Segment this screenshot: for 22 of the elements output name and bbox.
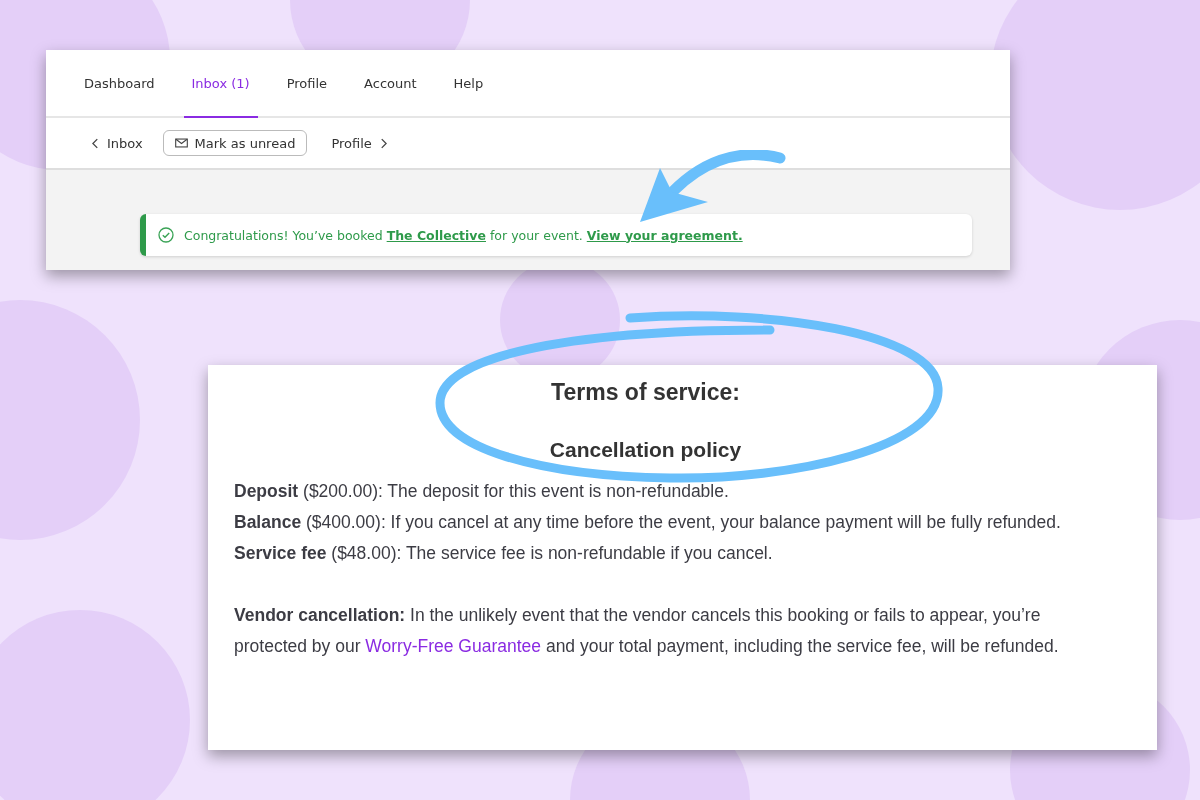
- policy-paragraph: Vendor cancellation: In the unlikely event that the vendor cancels this booking or fails to appear, you’re protected by our Worry-Free Guarantee and your total payment, including the service fee, will be refunded.: [234, 604, 1060, 658]
- check-circle-icon: [158, 227, 174, 243]
- section-heading: Cancellation policy: [548, 438, 743, 462]
- chevron-left-icon: [92, 137, 99, 149]
- nav-tab[interactable]: Profile: [278, 50, 336, 118]
- nav-tab[interactable]: Account: [356, 50, 425, 118]
- policy-paragraph: Deposit ($200.00): The deposit for this event is non-refundable.: [234, 480, 730, 503]
- mark-unread-button[interactable]: Mark as unread: [162, 130, 308, 156]
- alert-message: Congratulations! You’ve booked The Collective for your event. View your agreement.: [184, 227, 743, 243]
- envelope-icon: [174, 138, 188, 148]
- back-link[interactable]: Inbox: [92, 135, 143, 151]
- policy-paragraph: Balance ($400.00): If you cancel at any time before the event, your balance payment will be fully refunded.: [234, 511, 1062, 534]
- chevron-right-icon: [379, 137, 387, 149]
- nav-tab[interactable]: Help: [445, 50, 492, 118]
- terms-title: Terms of service:: [550, 379, 741, 406]
- guarantee-link[interactable]: Worry-Free Guarantee: [365, 636, 542, 656]
- next-link[interactable]: Profile: [331, 135, 387, 151]
- link[interactable]: The Collective: [386, 227, 486, 243]
- nav-tab[interactable]: Dashboard: [76, 50, 163, 118]
- policy-paragraph: Service fee ($48.00): The service fee is non-refundable if you cancel.: [234, 542, 774, 565]
- link[interactable]: View your agreement.: [586, 227, 743, 243]
- nav-tab[interactable]: Inbox (1): [183, 50, 258, 118]
